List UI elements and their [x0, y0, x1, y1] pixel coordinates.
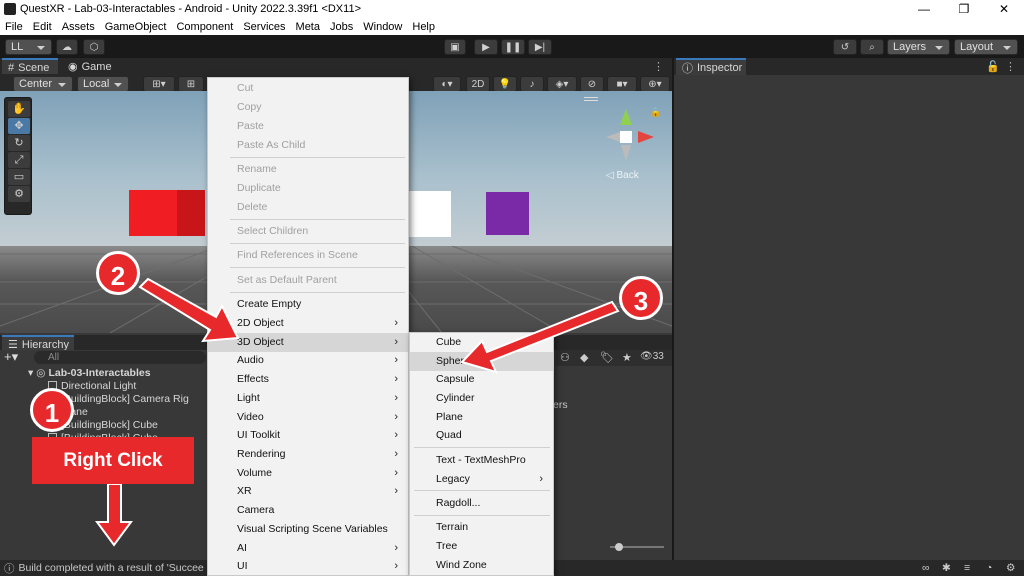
right-click-callout: Right Click — [32, 437, 194, 484]
arrow-step2 — [138, 277, 240, 343]
arrow-step3 — [460, 300, 620, 374]
step1-badge: 1 — [30, 388, 74, 432]
step3-badge: 3 — [619, 276, 663, 320]
step2-badge: 2 — [96, 251, 140, 295]
annotation-arrows — [95, 277, 620, 547]
arrow-right-click — [95, 483, 133, 547]
